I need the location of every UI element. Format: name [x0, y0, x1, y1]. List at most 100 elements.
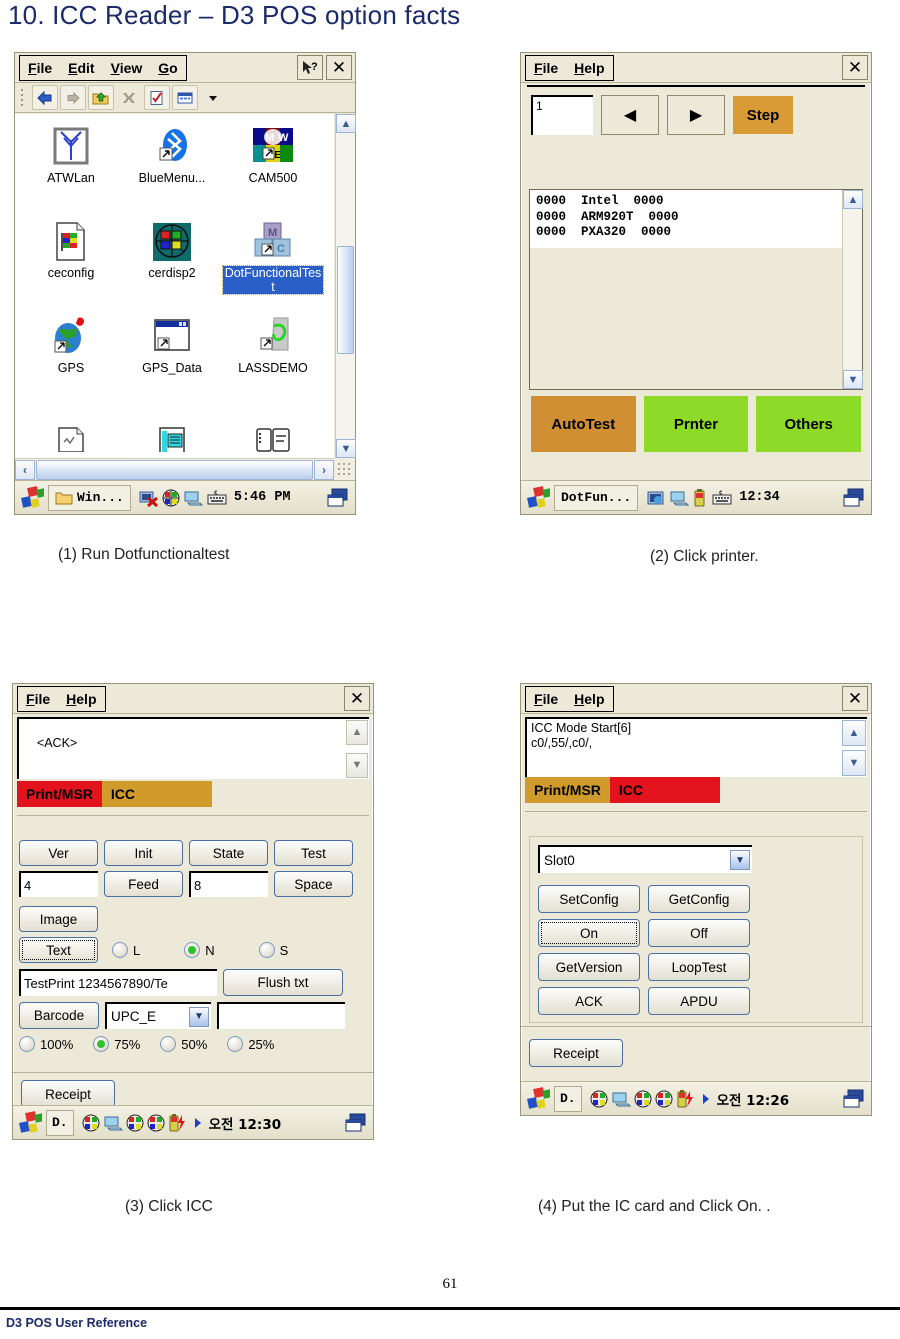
keyboard-icon[interactable] [711, 490, 733, 506]
shot1-hscrollbar[interactable]: ‹ › [15, 458, 334, 480]
state-button[interactable]: State [189, 840, 268, 866]
init-button[interactable]: Init [104, 840, 183, 866]
radio-scale-75[interactable]: 75% [93, 1036, 140, 1052]
feed-count-input[interactable]: 4 [19, 871, 98, 897]
desktop-icon[interactable] [183, 490, 203, 506]
taskbar-task-button[interactable]: D. [554, 1085, 582, 1112]
chevron-down-icon[interactable] [200, 85, 226, 110]
chevron-down-icon[interactable]: ▼ [189, 1006, 209, 1027]
menu-item-help[interactable]: Help [574, 692, 604, 706]
start-flag-icon[interactable] [524, 485, 550, 510]
taskbar-task-button[interactable]: D. [46, 1109, 74, 1136]
desktop-icon-gpsdata[interactable]: GPS_Data [122, 310, 222, 375]
scroll-up-icon[interactable]: ▲ [336, 114, 356, 133]
radio-size-s[interactable]: S [258, 942, 288, 958]
getversion-button[interactable]: GetVersion [538, 953, 640, 981]
flush-txt-button[interactable]: Flush txt [223, 969, 343, 996]
autotest-button[interactable]: AutoTest [531, 396, 636, 452]
start-flag-icon[interactable] [524, 1086, 550, 1111]
menu-item-file[interactable]: File [534, 692, 558, 706]
ime-ball-icon[interactable] [82, 1114, 100, 1132]
looptest-button[interactable]: LoopTest [648, 953, 750, 981]
close-icon[interactable]: ✕ [326, 55, 352, 80]
keyboard-icon[interactable] [206, 490, 228, 506]
scroll-down-icon[interactable]: ▼ [842, 750, 866, 776]
off-button[interactable]: Off [648, 919, 750, 947]
menu-item-file[interactable]: File [534, 61, 558, 75]
shot1-system-tray[interactable]: 5:46 PM [139, 489, 291, 507]
shot4-system-tray[interactable]: 오전 12:26 [590, 1089, 790, 1109]
close-icon[interactable]: ✕ [842, 686, 868, 711]
barcode-value-input[interactable] [217, 1002, 345, 1029]
desktop-icon[interactable] [669, 490, 690, 506]
desktop-icon-partial-1[interactable] [21, 404, 121, 452]
shot3-log-scrollbar[interactable]: ▲ ▼ [346, 720, 368, 778]
scroll-right-icon[interactable]: › [314, 459, 334, 480]
scroll-up-icon[interactable]: ▲ [842, 720, 866, 746]
desktop-icon[interactable] [611, 1091, 631, 1107]
shot4-log-scrollbar[interactable]: ▲ ▼ [842, 720, 866, 776]
help-pointer-icon[interactable]: ? [297, 55, 323, 80]
receipt-button[interactable]: Receipt [529, 1039, 623, 1067]
desktop-icon-partial-3[interactable] [223, 404, 323, 452]
scroll-left-icon[interactable]: ‹ [15, 459, 35, 480]
back-icon[interactable] [32, 85, 58, 110]
next-button[interactable]: ▶ [667, 95, 725, 135]
shot2-log-scrollbar[interactable]: ▲ ▼ [842, 190, 863, 389]
ime-ball-icon[interactable] [590, 1090, 608, 1108]
radio-scale-25[interactable]: 25% [227, 1036, 274, 1052]
desktop-icon[interactable] [103, 1115, 123, 1131]
task-switch-icon[interactable] [842, 1088, 868, 1110]
ime-ball-icon[interactable] [162, 489, 180, 507]
on-button[interactable]: On [538, 919, 640, 947]
close-icon[interactable]: ✕ [344, 686, 370, 711]
text-button[interactable]: Text [19, 937, 98, 963]
taskbar-clock[interactable]: 오전 12:26 [717, 1089, 790, 1109]
shot1-vscrollbar[interactable]: ▲ ▼ [335, 114, 356, 458]
getconfig-button[interactable]: GetConfig [648, 885, 750, 913]
menu-item-help[interactable]: Help [574, 61, 604, 75]
ver-button[interactable]: Ver [19, 840, 98, 866]
desktop-icon-bluemenu[interactable]: BlueMenu... [122, 120, 222, 185]
prev-button[interactable]: ◀ [601, 95, 659, 135]
desktop-icon-partial-2[interactable] [122, 404, 222, 452]
close-icon[interactable]: ✕ [842, 55, 868, 80]
space-count-input[interactable]: 8 [189, 871, 268, 897]
tab-print-msr[interactable]: Print/MSR [525, 777, 610, 803]
start-flag-icon[interactable] [16, 1110, 42, 1135]
desktop-icon-ceconfig[interactable]: ceconfig [21, 215, 121, 280]
ime-ball-icon-3[interactable] [147, 1114, 165, 1132]
apdu-button[interactable]: APDU [648, 987, 750, 1015]
battery-charging-icon[interactable] [168, 1113, 190, 1132]
taskbar-task-button[interactable]: Win... [48, 484, 131, 511]
views-icon[interactable] [172, 85, 198, 110]
scroll-up-icon[interactable]: ▲ [346, 720, 368, 745]
ime-ball-icon-2[interactable] [126, 1114, 144, 1132]
forward-icon[interactable] [60, 85, 86, 110]
menu-item-view[interactable]: View [111, 61, 143, 75]
slot-select[interactable]: Slot0 ▼ [538, 845, 752, 873]
scroll-down-icon[interactable]: ▼ [346, 753, 368, 778]
start-flag-icon[interactable] [18, 485, 44, 510]
test-button[interactable]: Test [274, 840, 353, 866]
hscroll-thumb[interactable] [36, 459, 313, 480]
radio-size-l[interactable]: L [112, 942, 140, 958]
menu-item-go[interactable]: Go [158, 61, 177, 75]
taskbar-clock[interactable]: 오전 12:30 [209, 1113, 282, 1133]
task-switch-icon[interactable] [842, 487, 868, 509]
shot2-system-tray[interactable]: 12:34 [646, 488, 780, 507]
toolbar-grip[interactable] [19, 87, 27, 109]
task-switch-icon[interactable] [344, 1112, 370, 1134]
tab-icc[interactable]: ICC [101, 781, 212, 807]
feed-button[interactable]: Feed [104, 871, 183, 897]
others-button[interactable]: Others [756, 396, 862, 452]
battery-icon[interactable] [692, 488, 708, 507]
scroll-up-icon[interactable]: ▲ [843, 190, 863, 209]
taskbar-clock[interactable]: 12:34 [739, 490, 780, 505]
shot3-system-tray[interactable]: 오전 12:30 [82, 1113, 282, 1133]
scroll-down-icon[interactable]: ▼ [336, 439, 356, 458]
desktop-icon-atwlan[interactable]: ATWLan [21, 120, 121, 185]
step-button[interactable]: Step [733, 96, 793, 134]
ime-ball-icon-3[interactable] [655, 1090, 673, 1108]
desktop-icon-cerdisp2[interactable]: cerdisp2 [122, 215, 222, 280]
